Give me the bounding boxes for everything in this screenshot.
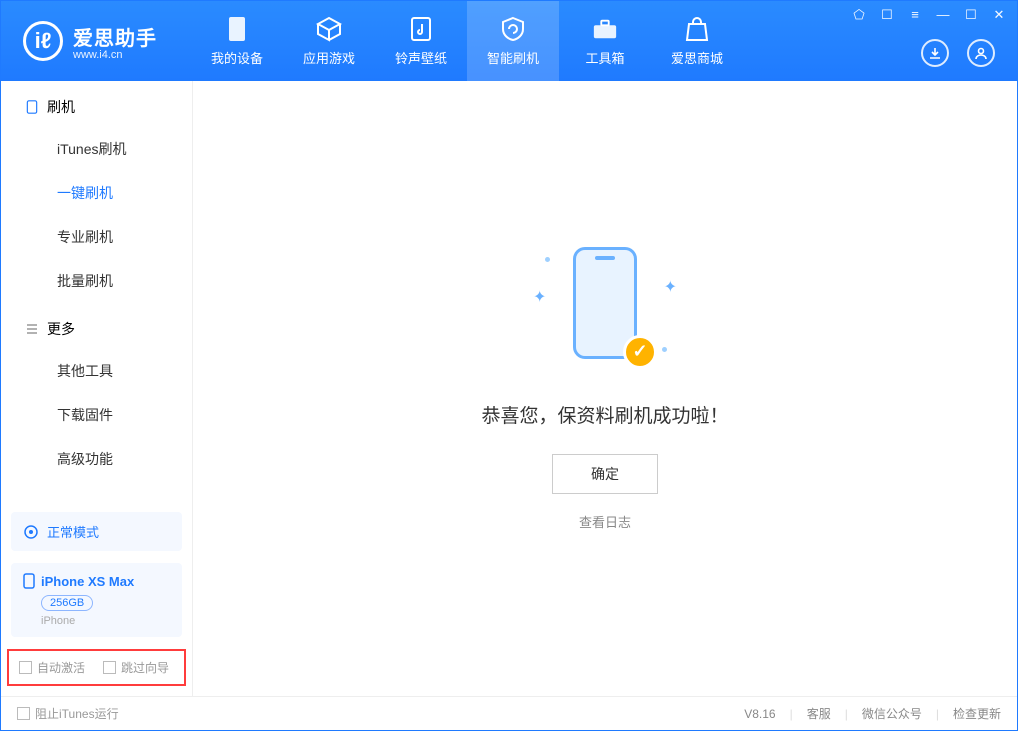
sidebar-item-download-firmware[interactable]: 下载固件 bbox=[1, 393, 192, 437]
close-button[interactable]: ✕ bbox=[991, 7, 1007, 23]
tab-label: 爱思商城 bbox=[671, 48, 723, 67]
sidebar-section-more: 更多 bbox=[1, 303, 192, 349]
main-tabs: 我的设备 应用游戏 铃声壁纸 智能刷机 工具箱 爱思商城 bbox=[191, 1, 743, 81]
customer-service-link[interactable]: 客服 bbox=[807, 705, 831, 722]
tab-smart-flash[interactable]: 智能刷机 bbox=[467, 1, 559, 81]
main-content: ✓ ✦ ✦ 恭喜您，保资料刷机成功啦！ 确定 查看日志 bbox=[193, 81, 1017, 696]
logo-area: iℓ 爱思助手 www.i4.cn bbox=[1, 1, 191, 81]
check-badge-icon: ✓ bbox=[623, 335, 657, 369]
sidebar-item-pro-flash[interactable]: 专业刷机 bbox=[1, 215, 192, 259]
body: 刷机 iTunes刷机 一键刷机 专业刷机 批量刷机 更多 其他工具 下载固件 … bbox=[1, 81, 1017, 696]
tab-label: 应用游戏 bbox=[303, 48, 355, 67]
tab-label: 智能刷机 bbox=[487, 48, 539, 67]
device-icon bbox=[224, 16, 250, 42]
wechat-link[interactable]: 微信公众号 bbox=[862, 705, 922, 722]
device-type: iPhone bbox=[41, 615, 170, 627]
sidebar-item-other-tools[interactable]: 其他工具 bbox=[1, 349, 192, 393]
sidebar-item-batch-flash[interactable]: 批量刷机 bbox=[1, 259, 192, 303]
statusbar-left: 阻止iTunes运行 bbox=[17, 705, 119, 722]
statusbar-right: V8.16 | 客服 | 微信公众号 | 检查更新 bbox=[744, 705, 1001, 722]
device-phone-icon bbox=[23, 573, 35, 589]
ok-button[interactable]: 确定 bbox=[552, 454, 658, 494]
app-site: www.i4.cn bbox=[73, 49, 157, 61]
dot-icon bbox=[662, 347, 667, 352]
checkbox-icon bbox=[103, 661, 116, 674]
checkbox-label: 阻止iTunes运行 bbox=[35, 705, 119, 722]
download-icon[interactable] bbox=[921, 39, 949, 67]
skin-icon[interactable]: ⬠ bbox=[851, 7, 867, 23]
checkbox-label: 自动激活 bbox=[37, 659, 85, 676]
device-info-box[interactable]: iPhone XS Max 256GB iPhone bbox=[11, 563, 182, 637]
tab-label: 我的设备 bbox=[211, 48, 263, 67]
bag-icon bbox=[684, 16, 710, 42]
checkbox-skip-guide[interactable]: 跳过向导 bbox=[103, 659, 169, 676]
shield-refresh-icon bbox=[500, 16, 526, 42]
success-illustration: ✓ ✦ ✦ bbox=[525, 247, 685, 377]
music-file-icon bbox=[408, 16, 434, 42]
sidebar-item-onekey-flash[interactable]: 一键刷机 bbox=[1, 171, 192, 215]
titlebar: iℓ 爱思助手 www.i4.cn 我的设备 应用游戏 铃声壁纸 智能刷机 bbox=[1, 1, 1017, 81]
feedback-icon[interactable]: ☐ bbox=[879, 7, 895, 23]
user-icon[interactable] bbox=[967, 39, 995, 67]
device-name-row: iPhone XS Max bbox=[23, 573, 170, 589]
phone-icon bbox=[25, 100, 39, 114]
sparkle-icon: ✦ bbox=[533, 287, 546, 307]
success-message: 恭喜您，保资料刷机成功啦！ bbox=[481, 401, 728, 428]
activation-options-highlight: 自动激活 跳过向导 bbox=[7, 649, 186, 686]
tab-apps-games[interactable]: 应用游戏 bbox=[283, 1, 375, 81]
list-icon bbox=[25, 322, 39, 336]
tab-label: 工具箱 bbox=[585, 48, 624, 67]
app-window: iℓ 爱思助手 www.i4.cn 我的设备 应用游戏 铃声壁纸 智能刷机 bbox=[0, 0, 1018, 731]
sidebar-item-advanced[interactable]: 高级功能 bbox=[1, 437, 192, 481]
sidebar-section-flash: 刷机 bbox=[1, 81, 192, 127]
check-update-link[interactable]: 检查更新 bbox=[953, 705, 1001, 722]
sidebar: 刷机 iTunes刷机 一键刷机 专业刷机 批量刷机 更多 其他工具 下载固件 … bbox=[1, 81, 193, 696]
tab-ringtone-wallpaper[interactable]: 铃声壁纸 bbox=[375, 1, 467, 81]
dot-icon bbox=[545, 257, 550, 262]
sidebar-item-itunes-flash[interactable]: iTunes刷机 bbox=[1, 127, 192, 171]
toolbox-icon bbox=[592, 16, 618, 42]
tab-label: 铃声壁纸 bbox=[395, 48, 447, 67]
checkbox-icon bbox=[19, 661, 32, 674]
checkbox-auto-activate[interactable]: 自动激活 bbox=[19, 659, 85, 676]
device-mode-box[interactable]: 正常模式 bbox=[11, 512, 182, 551]
tab-store[interactable]: 爱思商城 bbox=[651, 1, 743, 81]
sparkle-icon: ✦ bbox=[664, 277, 677, 297]
logo-text: 爱思助手 www.i4.cn bbox=[73, 22, 157, 61]
tab-my-device[interactable]: 我的设备 bbox=[191, 1, 283, 81]
logo-icon: iℓ bbox=[23, 21, 63, 61]
mode-icon bbox=[23, 524, 39, 540]
minimize-button[interactable]: ― bbox=[935, 7, 951, 23]
maximize-button[interactable]: ☐ bbox=[963, 7, 979, 23]
checkbox-label: 跳过向导 bbox=[121, 659, 169, 676]
device-storage: 256GB bbox=[41, 595, 93, 611]
app-title: 爱思助手 bbox=[73, 22, 157, 51]
checkbox-block-itunes[interactable]: 阻止iTunes运行 bbox=[17, 705, 119, 722]
sidebar-section-label: 更多 bbox=[47, 319, 75, 339]
checkbox-icon bbox=[17, 707, 30, 720]
sidebar-section-label: 刷机 bbox=[47, 97, 75, 117]
cube-icon bbox=[316, 16, 342, 42]
window-controls: ⬠ ☐ ≡ ― ☐ ✕ bbox=[851, 7, 1007, 23]
statusbar: 阻止iTunes运行 V8.16 | 客服 | 微信公众号 | 检查更新 bbox=[1, 696, 1017, 730]
view-log-link[interactable]: 查看日志 bbox=[579, 512, 631, 531]
menu-icon[interactable]: ≡ bbox=[907, 7, 923, 23]
tab-toolbox[interactable]: 工具箱 bbox=[559, 1, 651, 81]
device-name: iPhone XS Max bbox=[41, 574, 134, 589]
titlebar-right-icons bbox=[921, 39, 995, 67]
mode-label: 正常模式 bbox=[47, 522, 99, 541]
version-label: V8.16 bbox=[744, 707, 775, 721]
